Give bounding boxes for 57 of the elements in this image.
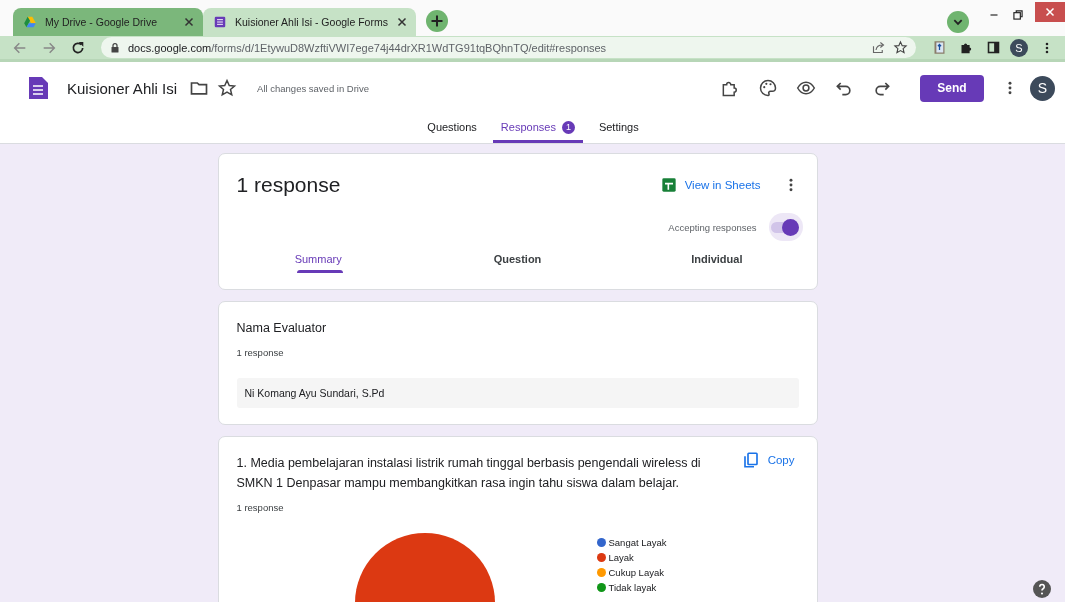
legend-label: Layak: [608, 552, 634, 563]
response-count: 1 response: [236, 173, 341, 197]
side-panel-icon[interactable]: [986, 40, 1001, 55]
question-title: Nama Evaluator: [236, 320, 328, 337]
legend-label: Cukup Layak: [608, 567, 664, 578]
tab-label: Questions: [427, 121, 477, 133]
answer-row: Ni Komang Ayu Sundari, S.Pd: [236, 378, 799, 408]
sheets-icon: [660, 177, 677, 193]
toggle-label: Accepting responses: [668, 221, 757, 233]
form-tab[interactable]: Settings: [590, 114, 647, 143]
triangle-logo-icon: [23, 15, 37, 29]
copy-button[interactable]: Copy: [737, 451, 799, 469]
response-count-text: 1 response: [236, 347, 285, 358]
profile-avatar[interactable]: S: [1010, 38, 1028, 57]
chevron-down-icon[interactable]: [947, 11, 969, 33]
star-icon[interactable]: [893, 40, 908, 55]
tab-title: My Drive - Google Drive: [45, 16, 159, 28]
puzzle-icon[interactable]: [959, 40, 974, 55]
restore-icon[interactable]: [1011, 8, 1025, 22]
accepting-toggle[interactable]: [768, 213, 803, 241]
eye-icon[interactable]: [796, 78, 816, 98]
account-avatar[interactable]: S: [1030, 75, 1055, 101]
help-button[interactable]: [1033, 580, 1051, 598]
close-icon[interactable]: [395, 16, 408, 28]
new-tab-icon[interactable]: [425, 10, 448, 32]
address-field[interactable]: docs.google.com/forms/d/1EtywuD8WzftiVWI7ege74j44drXR1WdTG91tqBQhnTQ/edit#responses: [101, 37, 916, 58]
form-tab[interactable]: Questions: [419, 114, 485, 143]
question-title: 1. Media pembelajaran instalasi listrik rumah tinggal berbasis pengendali wireless di SMKN 1 Denpasar mampu membangkitkan rasa ingin tahu siswa dalam belajar.: [236, 455, 702, 492]
view-tab[interactable]: Summary: [218, 247, 418, 273]
form-title[interactable]: Kuisioner Ahli Isi: [67, 79, 178, 97]
count-badge: 1: [561, 120, 575, 134]
palette-icon[interactable]: [758, 78, 778, 98]
legend-label: Tidak layak: [608, 582, 657, 593]
view-in-sheets-link[interactable]: View in Sheets: [660, 177, 761, 193]
copy-icon: [741, 451, 760, 469]
share-icon[interactable]: [871, 40, 886, 55]
browser-tab[interactable]: My Drive - Google Drive: [13, 8, 203, 36]
view-tab[interactable]: Question: [417, 247, 618, 273]
tab-label: Settings: [598, 121, 639, 133]
view-tab[interactable]: Individual: [617, 247, 817, 273]
lock-icon: [109, 41, 121, 54]
form-logo-icon: [213, 15, 227, 29]
close-icon: [1044, 6, 1056, 18]
response-count-text: 1 response: [236, 502, 285, 513]
close-button[interactable]: [1035, 2, 1065, 22]
star-icon[interactable]: [217, 78, 238, 98]
reload-icon[interactable]: [70, 39, 86, 56]
question-mark-icon: [1033, 580, 1051, 598]
book-icon[interactable]: [932, 40, 947, 55]
save-status: All changes saved in Drive: [257, 82, 369, 94]
legend-label: Sangat Layak: [608, 537, 667, 548]
tab-title: Kuisioner Ahli Isi - Google Forms: [235, 16, 388, 28]
browser-tab[interactable]: Kuisioner Ahli Isi - Google Forms: [203, 8, 416, 36]
close-icon[interactable]: [183, 16, 195, 28]
url-text: docs.google.com/forms/d/1EtywuD8WzftiVWI7ege74j44drXR1WdTG91tqBQhnTQ/edit#responses: [128, 41, 607, 54]
send-button[interactable]: Send: [920, 74, 984, 102]
tab-label: Responses: [500, 121, 556, 133]
